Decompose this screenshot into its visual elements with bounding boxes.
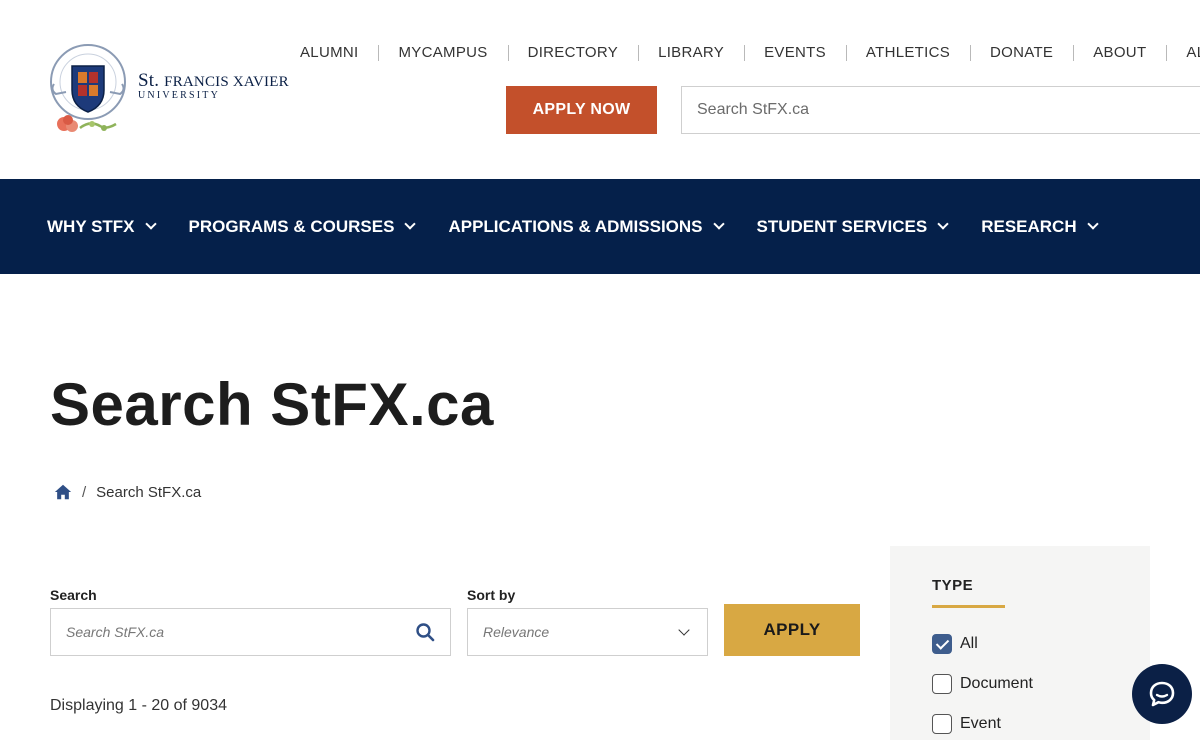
utility-link-alumni-2[interactable]: ALUMNI	[1166, 43, 1200, 63]
filter-option-all[interactable]: All	[932, 634, 978, 654]
chevron-down-icon	[144, 218, 157, 230]
page-title: Search StFX.ca	[50, 371, 494, 438]
filter-title: TYPE	[932, 577, 974, 594]
utility-link-library[interactable]: LIBRARY	[638, 43, 744, 63]
nav-item-label: APPLICATIONS & ADMISSIONS	[448, 216, 703, 236]
nav-item-research[interactable]: RESEARCH	[981, 216, 1099, 237]
filter-option-document[interactable]: Document	[932, 674, 1033, 694]
sort-label: Sort by	[467, 587, 516, 603]
search-label: Search	[50, 587, 97, 603]
apply-button[interactable]: APPLY	[724, 604, 860, 656]
utility-link-about[interactable]: ABOUT	[1073, 43, 1166, 63]
nav-item-label: WHY STFX	[47, 216, 135, 236]
search-input[interactable]: Search StFX.ca	[50, 608, 451, 656]
breadcrumb-current: Search StFX.ca	[96, 483, 202, 501]
checkbox-checked[interactable]	[932, 634, 952, 654]
chevron-down-icon	[712, 218, 725, 230]
sort-select[interactable]: Relevance	[467, 608, 708, 656]
utility-link-directory[interactable]: DIRECTORY	[507, 43, 639, 63]
chevron-down-icon	[1086, 218, 1099, 230]
type-filter-panel: TYPE All Document Event	[890, 546, 1150, 740]
filter-option-label: All	[960, 635, 978, 652]
nav-item-why-stfx[interactable]: WHY STFX	[47, 216, 157, 237]
nav-item-label: PROGRAMS & COURSES	[188, 216, 395, 236]
nav-item-applications-admissions[interactable]: APPLICATIONS & ADMISSIONS	[448, 216, 725, 237]
utility-nav: ALUMNI MYCAMPUS DIRECTORY LIBRARY EVENTS…	[280, 43, 1200, 63]
sort-selected-value: Relevance	[483, 624, 550, 640]
chevron-down-icon	[678, 623, 690, 636]
search-icon[interactable]	[415, 622, 435, 642]
nav-item-student-services[interactable]: STUDENT SERVICES	[756, 216, 949, 237]
utility-link-donate[interactable]: DONATE	[970, 43, 1073, 63]
utility-link-athletics[interactable]: ATHLETICS	[845, 43, 970, 63]
filter-option-label: Event	[960, 715, 1001, 732]
checkbox[interactable]	[932, 714, 952, 734]
stfx-logo[interactable]: St. Francis Xavier University	[46, 44, 296, 136]
breadcrumb: / Search StFX.ca	[54, 482, 201, 502]
search-placeholder: Search StFX.ca	[66, 624, 165, 640]
nav-item-programs-courses[interactable]: PROGRAMS & COURSES	[188, 216, 417, 237]
site-header: St. Francis Xavier University ALUMNI MYC…	[0, 0, 1200, 179]
university-seal-icon	[50, 44, 126, 132]
filter-option-event[interactable]: Event	[932, 714, 1001, 734]
filter-option-label: Document	[960, 675, 1033, 692]
breadcrumb-separator: /	[82, 483, 87, 501]
header-search-input[interactable]: Search StFX.ca	[681, 86, 1200, 134]
chevron-down-icon	[937, 218, 949, 230]
main-nav: WHY STFX PROGRAMS & COURSES APPLICATIONS…	[0, 179, 1200, 274]
logo-name-rest: Francis Xavier	[164, 74, 289, 90]
chat-widget-button[interactable]	[1132, 664, 1192, 724]
logo-university-name: St. Francis Xavier	[138, 70, 289, 92]
utility-link-alumni[interactable]: ALUMNI	[280, 43, 378, 63]
nav-item-label: STUDENT SERVICES	[756, 216, 928, 236]
apply-now-button[interactable]: APPLY NOW	[506, 86, 657, 134]
chat-icon	[1149, 681, 1175, 707]
home-icon[interactable]	[54, 483, 72, 501]
logo-name-first: St.	[138, 70, 160, 91]
utility-link-events[interactable]: EVENTS	[744, 43, 846, 63]
chevron-down-icon	[404, 218, 417, 230]
utility-link-mycampus[interactable]: MYCAMPUS	[378, 43, 507, 63]
nav-item-label: RESEARCH	[981, 216, 1077, 236]
result-count: Displaying 1 - 20 of 9034	[50, 697, 227, 714]
logo-wordmark: St. Francis Xavier University	[138, 70, 289, 101]
checkbox[interactable]	[932, 674, 952, 694]
filter-title-underline	[932, 605, 1005, 608]
